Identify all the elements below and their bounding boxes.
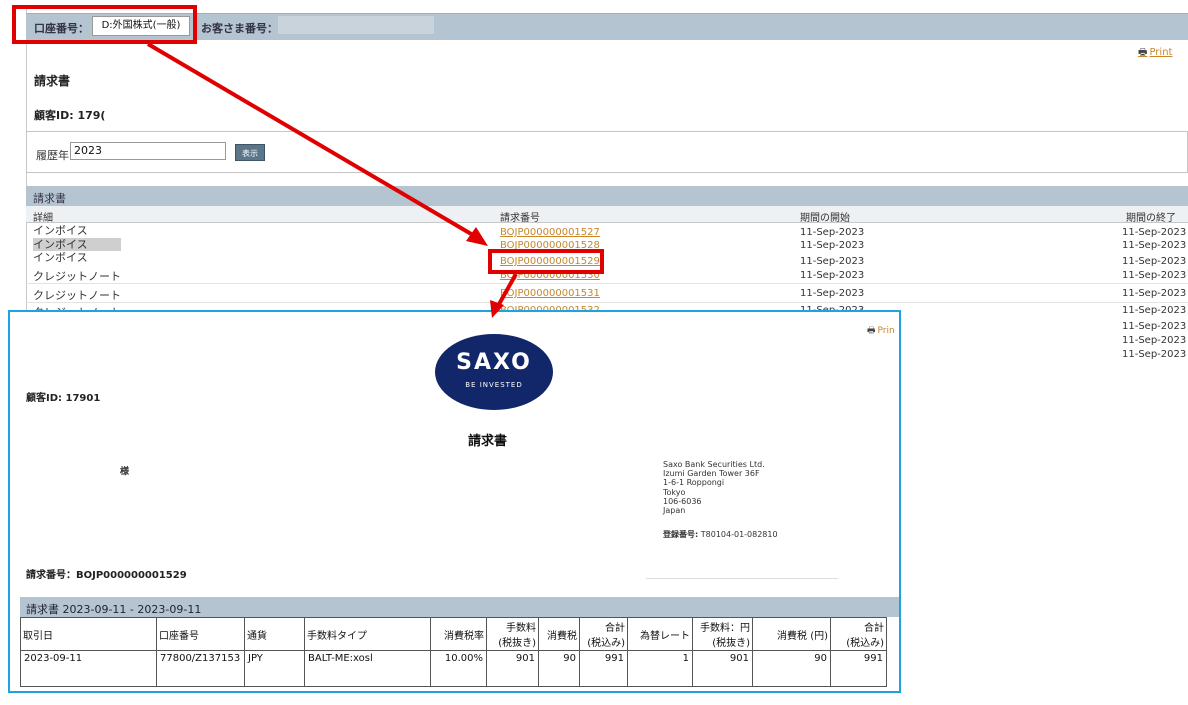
arrow-head-1 [466,227,488,246]
annotation-arrows [146,42,518,318]
arrow-line-1 [146,42,480,240]
arrow-line-2 [496,273,518,307]
